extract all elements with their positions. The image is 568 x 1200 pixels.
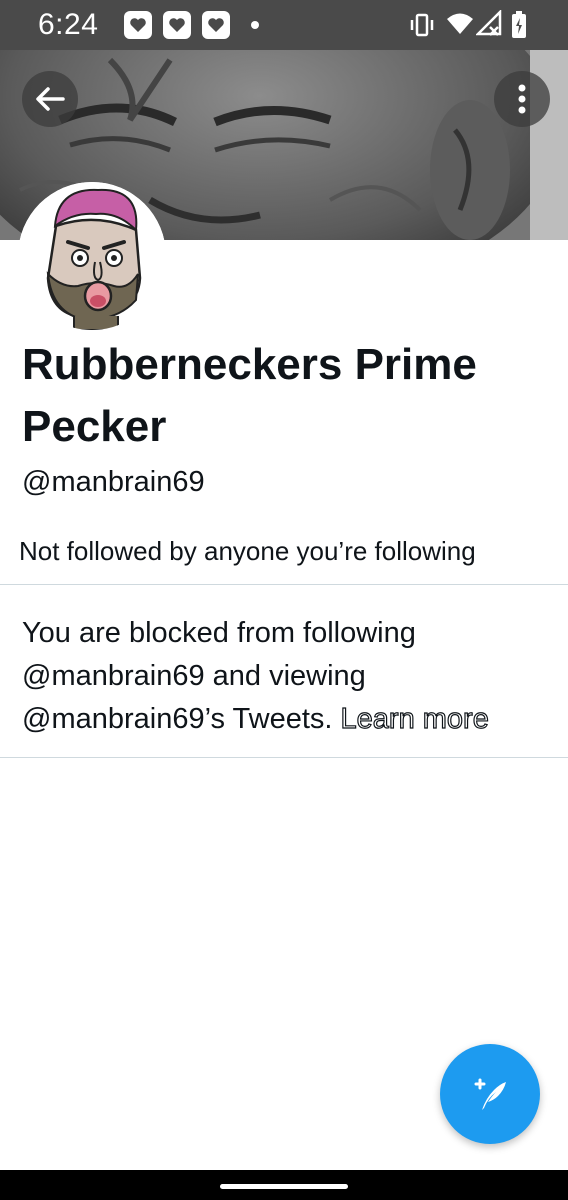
back-arrow-icon: [36, 87, 65, 111]
divider: [0, 757, 568, 758]
more-vertical-icon: [518, 84, 526, 114]
notification-icon: [163, 11, 191, 39]
notification-icon: [124, 11, 152, 39]
status-time: 6:24: [38, 8, 99, 41]
followed-by-text: Not followed by anyone you’re following: [19, 536, 476, 566]
wifi-icon: [446, 10, 474, 45]
signal-icon: [474, 8, 504, 45]
user-handle: @manbrain69: [22, 466, 205, 498]
home-gesture-handle[interactable]: [220, 1184, 348, 1189]
battery-icon: [510, 10, 528, 45]
more-options-button[interactable]: [494, 71, 550, 127]
avatar-image: [18, 182, 166, 330]
system-nav-bar: [0, 1170, 568, 1200]
status-bar: 6:24: [0, 0, 568, 50]
divider: [0, 584, 568, 585]
notification-icon: [202, 11, 230, 39]
learn-more-link[interactable]: Learn more: [340, 702, 490, 735]
compose-tweet-icon: [474, 1078, 506, 1110]
display-name: Rubberneckers Prime Pecker: [22, 340, 477, 451]
vibrate-icon: [408, 10, 436, 45]
compose-tweet-button[interactable]: [440, 1044, 540, 1144]
avatar[interactable]: [18, 182, 166, 330]
back-button[interactable]: [22, 71, 78, 127]
dot-icon: [251, 21, 259, 29]
blocked-notice: You are blocked from following @manbrain…: [22, 612, 552, 741]
